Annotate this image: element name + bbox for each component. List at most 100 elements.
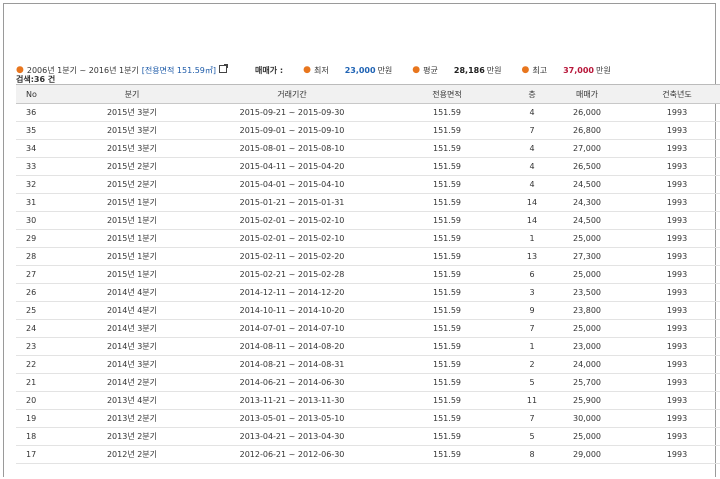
popup-link-icon[interactable] xyxy=(219,64,229,73)
cell-quarter: 2012년 2분기 xyxy=(62,445,202,464)
cell-area: 151.59 xyxy=(382,157,512,176)
column-header-period: 거래기간 xyxy=(202,84,382,104)
cell-price: 24,300 xyxy=(552,193,622,212)
cell-floor: 5 xyxy=(512,373,552,392)
cell-period: 2014-12-11 ~ 2014-12-20 xyxy=(202,283,382,302)
cell-price: 25,000 xyxy=(552,229,622,248)
cell-floor: 7 xyxy=(512,121,552,140)
table-row: 18 2013년 2분기 2013-04-21 ~ 2013-04-30 151.59… xyxy=(16,427,720,446)
cell-floor: 4 xyxy=(512,139,552,158)
cell-period: 2012-06-21 ~ 2012-06-30 xyxy=(202,445,382,464)
table-row: 33 2015년 2분기 2015-04-11 ~ 2015-04-20 151.59… xyxy=(16,157,720,176)
table-row: 17 2012년 2분기 2012-06-21 ~ 2012-06-30 151.59… xyxy=(16,445,720,464)
cell-no: 32 xyxy=(16,175,62,194)
table-row: 20 2013년 4분기 2013-11-21 ~ 2013-11-30 151.59… xyxy=(16,391,720,410)
cell-area: 151.59 xyxy=(382,283,512,302)
cell-price: 29,000 xyxy=(552,445,622,464)
cell-build-year: 1993 xyxy=(622,283,720,302)
cell-area: 151.59 xyxy=(382,139,512,158)
cell-area: 151.59 xyxy=(382,265,512,284)
cell-period: 2013-05-01 ~ 2013-05-10 xyxy=(202,409,382,428)
cell-price: 26,000 xyxy=(552,103,622,122)
avg-price-label: 평균 xyxy=(423,65,438,75)
min-price-value: 23,000 xyxy=(344,65,376,75)
cell-price: 24,000 xyxy=(552,355,622,374)
cell-period: 2014-07-01 ~ 2014-07-10 xyxy=(202,319,382,338)
cell-no: 35 xyxy=(16,121,62,140)
cell-price: 25,900 xyxy=(552,391,622,410)
cell-build-year: 1993 xyxy=(622,301,720,320)
cell-price: 27,300 xyxy=(552,247,622,266)
cell-area: 151.59 xyxy=(382,229,512,248)
cell-area: 151.59 xyxy=(382,337,512,356)
area-filter-link[interactable]: [전용면적 151.59㎡] xyxy=(142,65,216,76)
cell-floor: 13 xyxy=(512,247,552,266)
cell-no: 34 xyxy=(16,139,62,158)
cell-floor: 7 xyxy=(512,319,552,338)
cell-floor: 1 xyxy=(512,337,552,356)
bullet-icon: ● xyxy=(521,65,530,75)
table-row: 36 2015년 3분기 2015-09-21 ~ 2015-09-30 151.59… xyxy=(16,103,720,122)
transaction-table: No 분기 거래기간 전용면적 층 매매가 건축년도 36 2015년 3분기 20… xyxy=(16,84,720,464)
cell-no: 20 xyxy=(16,391,62,410)
cell-floor: 4 xyxy=(512,157,552,176)
result-count: 검색:36 건 xyxy=(16,75,56,84)
cell-no: 18 xyxy=(16,427,62,446)
cell-price: 24,500 xyxy=(552,175,622,194)
table-row: 27 2015년 1분기 2015-02-21 ~ 2015-02-28 151.59… xyxy=(16,265,720,284)
cell-price: 23,800 xyxy=(552,301,622,320)
cell-floor: 8 xyxy=(512,445,552,464)
cell-period: 2015-01-21 ~ 2015-01-31 xyxy=(202,193,382,212)
table-row: 25 2014년 4분기 2014-10-11 ~ 2014-10-20 151.59… xyxy=(16,301,720,320)
cell-floor: 4 xyxy=(512,175,552,194)
cell-no: 19 xyxy=(16,409,62,428)
cell-build-year: 1993 xyxy=(622,391,720,410)
cell-floor: 5 xyxy=(512,427,552,446)
cell-floor: 3 xyxy=(512,283,552,302)
cell-quarter: 2014년 4분기 xyxy=(62,283,202,302)
cell-no: 33 xyxy=(16,157,62,176)
cell-area: 151.59 xyxy=(382,121,512,140)
cell-period: 2013-04-21 ~ 2013-04-30 xyxy=(202,427,382,446)
cell-quarter: 2014년 2분기 xyxy=(62,373,202,392)
table-row: 19 2013년 2분기 2013-05-01 ~ 2013-05-10 151.59… xyxy=(16,409,720,428)
price-unit: 만원 xyxy=(486,65,502,75)
cell-quarter: 2015년 3분기 xyxy=(62,139,202,158)
cell-area: 151.59 xyxy=(382,373,512,392)
max-price-value: 37,000 xyxy=(563,65,594,75)
cell-no: 27 xyxy=(16,265,62,284)
cell-quarter: 2014년 3분기 xyxy=(62,319,202,338)
cell-period: 2015-08-01 ~ 2015-08-10 xyxy=(202,139,382,158)
cell-quarter: 2013년 2분기 xyxy=(62,427,202,446)
cell-quarter: 2015년 1분기 xyxy=(62,193,202,212)
cell-quarter: 2015년 1분기 xyxy=(62,229,202,248)
cell-build-year: 1993 xyxy=(622,265,720,284)
cell-period: 2014-08-21 ~ 2014-08-31 xyxy=(202,355,382,374)
cell-floor: 14 xyxy=(512,211,552,230)
cell-price: 25,000 xyxy=(552,319,622,338)
cell-no: 29 xyxy=(16,229,62,248)
table-header-row: No 분기 거래기간 전용면적 층 매매가 건축년도 xyxy=(16,84,720,104)
price-unit: 만원 xyxy=(377,65,393,75)
cell-area: 151.59 xyxy=(382,355,512,374)
cell-build-year: 1993 xyxy=(622,211,720,230)
avg-price-stat: ● 평균 28,186 만원 xyxy=(412,65,501,76)
cell-no: 23 xyxy=(16,337,62,356)
cell-floor: 9 xyxy=(512,301,552,320)
column-header-area: 전용면적 xyxy=(382,84,512,104)
cell-no: 30 xyxy=(16,211,62,230)
cell-quarter: 2013년 4분기 xyxy=(62,391,202,410)
cell-floor: 14 xyxy=(512,193,552,212)
cell-area: 151.59 xyxy=(382,247,512,266)
cell-build-year: 1993 xyxy=(622,445,720,464)
cell-build-year: 1993 xyxy=(622,139,720,158)
cell-area: 151.59 xyxy=(382,427,512,446)
cell-quarter: 2015년 2분기 xyxy=(62,175,202,194)
cell-floor: 4 xyxy=(512,103,552,122)
cell-period: 2014-08-11 ~ 2014-08-20 xyxy=(202,337,382,356)
cell-area: 151.59 xyxy=(382,409,512,428)
cell-floor: 2 xyxy=(512,355,552,374)
cell-no: 22 xyxy=(16,355,62,374)
bullet-icon: ● xyxy=(303,65,311,75)
cell-period: 2014-06-21 ~ 2014-06-30 xyxy=(202,373,382,392)
